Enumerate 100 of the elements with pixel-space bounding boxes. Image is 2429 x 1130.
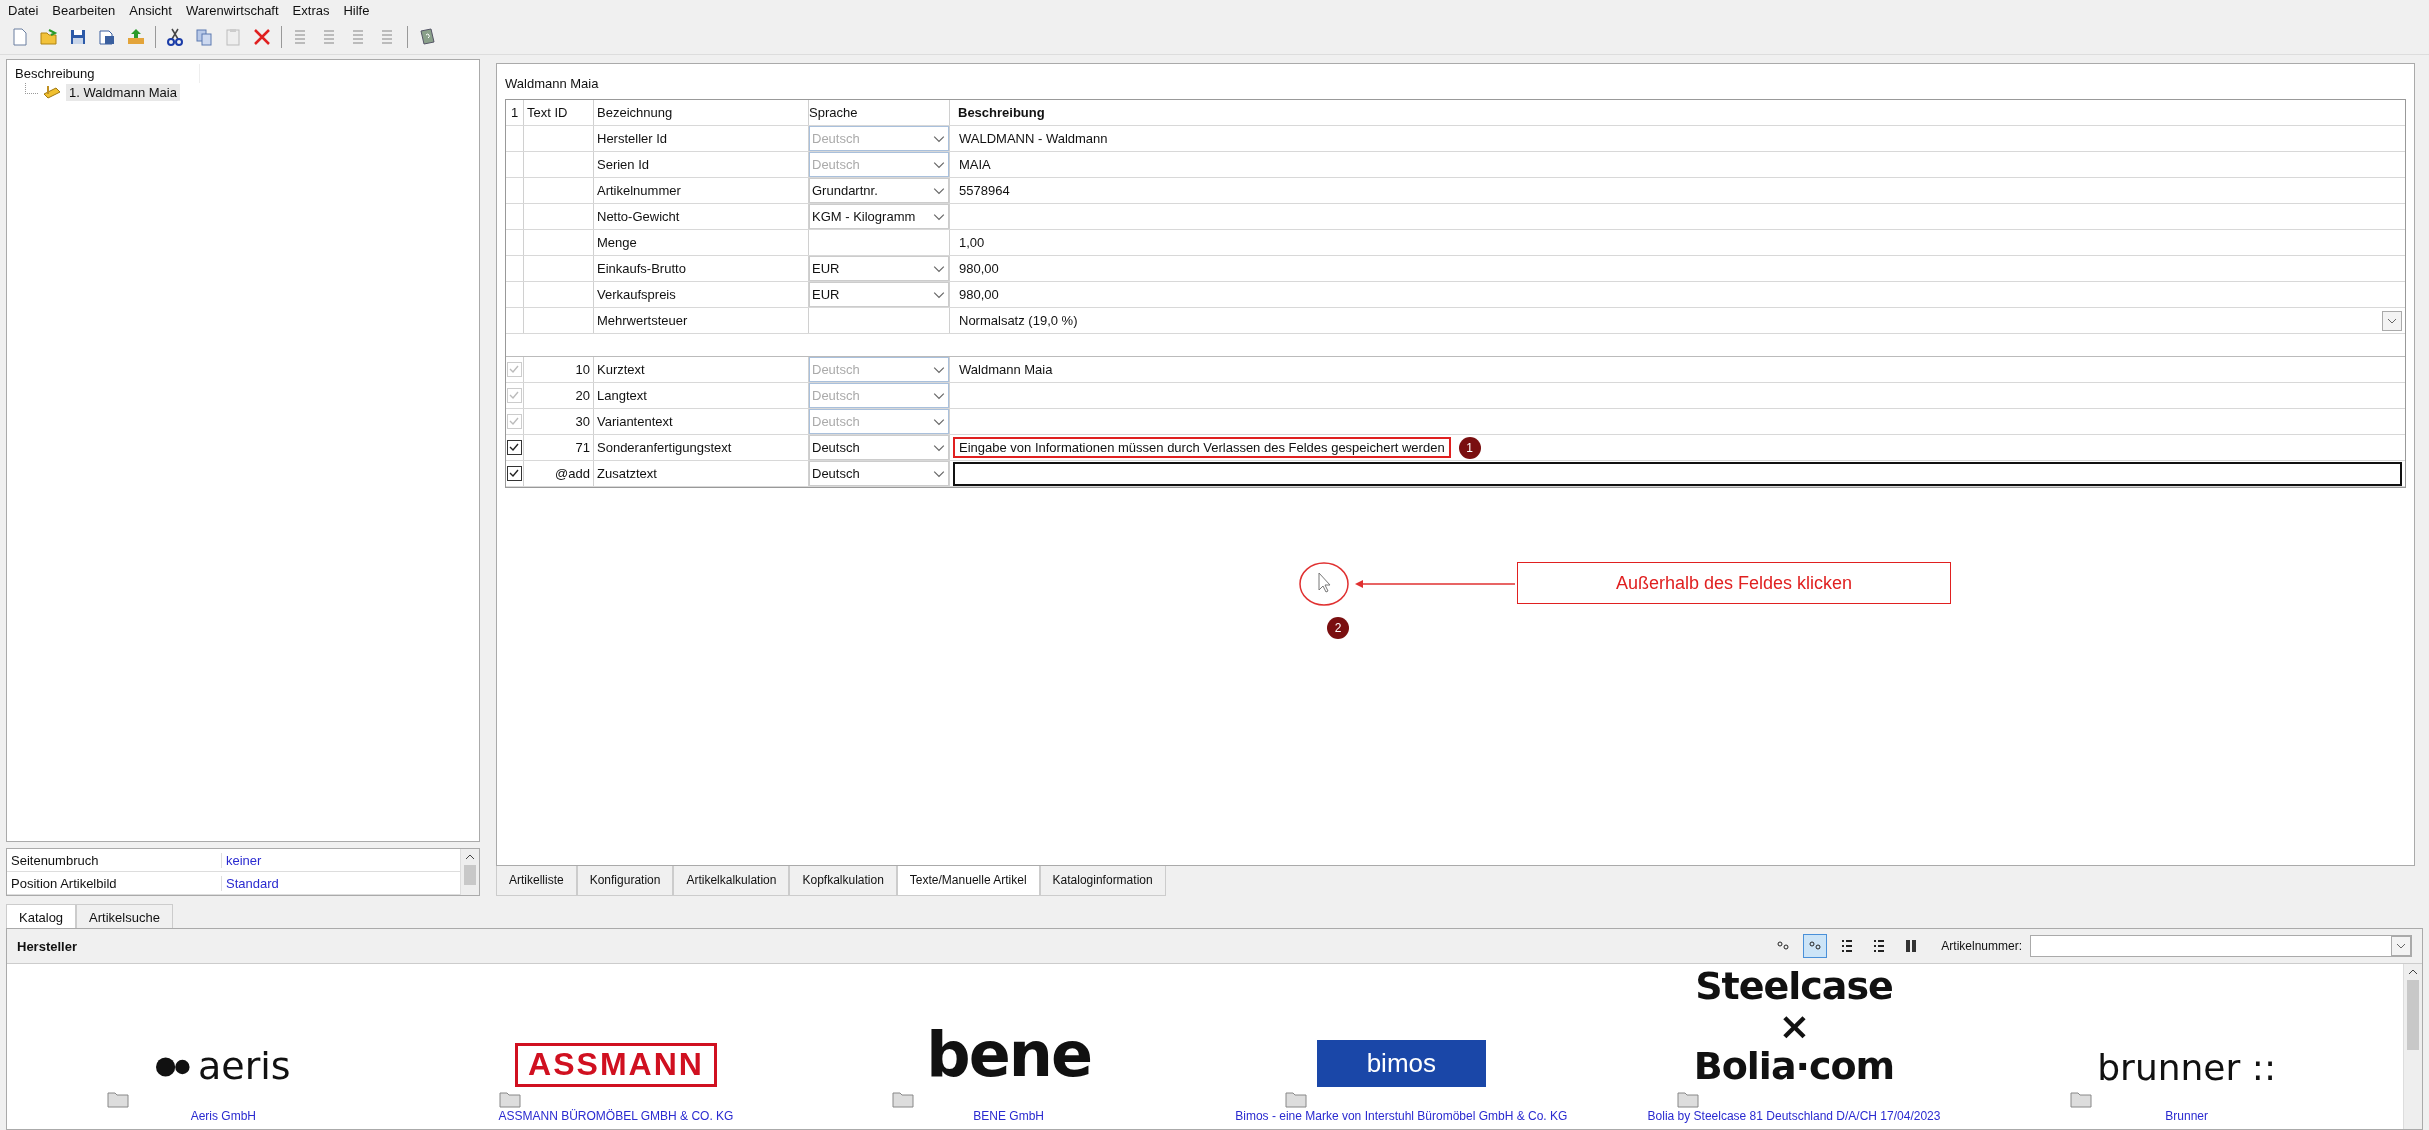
- upload-icon[interactable]: [126, 27, 146, 47]
- label-cell: Serien Id: [594, 152, 809, 177]
- manufacturer-logo: Steelcase × Bolia·com: [1693, 967, 1895, 1087]
- tab[interactable]: Artikelkalkulation: [673, 866, 790, 896]
- folder-icon[interactable]: [2068, 1089, 2093, 1109]
- save-icon[interactable]: [68, 27, 88, 47]
- caret-icon: [2387, 317, 2397, 324]
- label-cell: Artikelnummer: [594, 178, 809, 203]
- manufacturer-logo: bimos: [1316, 1039, 1486, 1087]
- column-header: 1: [506, 100, 524, 125]
- description-text: Normalsatz (19,0 %): [958, 312, 1079, 330]
- text-id-cell: @add: [524, 461, 594, 486]
- checkbox[interactable]: [507, 466, 522, 481]
- manufacturer-logo: bene: [926, 1021, 1091, 1087]
- article-number-dropdown[interactable]: [2030, 935, 2412, 957]
- column-header: Beschreibung: [957, 104, 1046, 122]
- cursor-highlight-icon: [1297, 559, 1351, 609]
- menu-item[interactable]: Extras: [292, 2, 330, 18]
- help-book-icon[interactable]: [417, 27, 437, 47]
- open-folder-icon[interactable]: [39, 27, 59, 47]
- description-text: 980,00: [958, 286, 1000, 304]
- column-header: Bezeichnung: [594, 100, 809, 125]
- manufacturer-logo: ASSMANN: [515, 1043, 717, 1087]
- menu-item[interactable]: Bearbeiten: [52, 2, 116, 18]
- tab[interactable]: Artikelliste: [496, 866, 577, 896]
- cut-icon[interactable]: [165, 27, 185, 47]
- tree-header: Beschreibung: [11, 64, 200, 83]
- description-text: Waldmann Maia: [958, 361, 1054, 379]
- editor-title: Waldmann Maia: [505, 76, 600, 91]
- label-cell: Hersteller Id: [594, 126, 809, 151]
- folder-icon[interactable]: [105, 1089, 130, 1109]
- text-id-cell: 30: [524, 409, 594, 434]
- manufacturer-link[interactable]: BENE GmbH: [973, 1109, 1044, 1123]
- panel-title: Hersteller: [17, 938, 77, 954]
- label-cell: Netto-Gewicht: [594, 204, 809, 229]
- tab[interactable]: Kataloginformation: [1039, 866, 1166, 896]
- save-as-icon[interactable]: [97, 27, 117, 47]
- callout-box: Außerhalb des Feldes klicken: [1517, 562, 1951, 604]
- manufacturer-link[interactable]: Aeris GmbH: [190, 1109, 256, 1123]
- description-text: 5578964: [958, 182, 1011, 200]
- folder-icon[interactable]: [1676, 1089, 1701, 1109]
- menu-item[interactable]: Datei: [8, 2, 39, 18]
- checkbox[interactable]: [507, 440, 522, 455]
- dropdown-button[interactable]: [2382, 310, 2402, 331]
- description-text: 1,00: [958, 234, 986, 252]
- tab[interactable]: Konfiguration: [576, 866, 674, 896]
- tree-item[interactable]: 1. Waldmann Maia: [66, 83, 180, 101]
- folder-icon[interactable]: [1283, 1089, 1308, 1109]
- property-label: Seitenumbruch: [7, 852, 222, 868]
- label-cell: Sonderanfertigungstext: [594, 435, 809, 460]
- folder-icon[interactable]: [890, 1089, 915, 1109]
- text-id-cell: 71: [524, 435, 594, 460]
- tab[interactable]: Katalog: [6, 904, 77, 928]
- label-cell: Kurztext: [594, 357, 809, 382]
- tab[interactable]: Kopfkalkulation: [789, 866, 897, 896]
- manufacturer-link[interactable]: Bimos - eine Marke von Interstuhl Büromöbel GmbH & Co. KG: [1235, 1109, 1568, 1123]
- manufacturer-link[interactable]: ASSMANN BÜROMÖBEL GMBH & CO. KG: [498, 1109, 734, 1123]
- description-text: MAIA: [958, 156, 992, 174]
- step-badge: 2: [1327, 617, 1349, 639]
- manufacturer-link[interactable]: Brunner: [2165, 1109, 2208, 1123]
- property-value[interactable]: keiner: [222, 852, 262, 868]
- column-header: Text ID: [524, 100, 594, 125]
- scrollbar[interactable]: [460, 849, 479, 895]
- description-text: Eingabe von Informationen müssen durch Verlassen des Feldes gespeichert werden: [953, 437, 1451, 458]
- label-cell: Variantentext: [594, 409, 809, 434]
- delete-icon[interactable]: [252, 27, 272, 47]
- paste-icon[interactable]: [223, 27, 243, 47]
- scrollbar[interactable]: [2403, 964, 2422, 1129]
- label-cell: Zusatztext: [594, 461, 809, 486]
- language-dropdown[interactable]: Grundartnr.: [809, 178, 949, 203]
- menu-item[interactable]: Hilfe: [343, 2, 370, 18]
- label-cell: Mehrwertsteuer: [594, 308, 809, 333]
- label-cell: Verkaufspreis: [594, 282, 809, 307]
- language-dropdown[interactable]: EUR: [809, 256, 949, 281]
- search-label: Artikelnummer:: [1941, 939, 2022, 953]
- tab[interactable]: Texte/Manuelle Artikel: [896, 866, 1040, 896]
- language-dropdown[interactable]: Deutsch: [809, 435, 949, 460]
- copy-icon[interactable]: [194, 27, 214, 47]
- manufacturer-link[interactable]: Bolia by Steelcase 81 Deutschland D/A/CH 17/04/2023: [1647, 1109, 1941, 1123]
- property-value[interactable]: Standard: [222, 875, 279, 891]
- menu-item[interactable]: Warenwirtschaft: [185, 2, 279, 18]
- text-id-cell: 20: [524, 383, 594, 408]
- folder-icon[interactable]: [498, 1089, 523, 1109]
- manufacturer-logo: brunner ::: [2097, 1049, 2277, 1087]
- menu-item[interactable]: Ansicht: [129, 2, 172, 18]
- language-dropdown[interactable]: EUR: [809, 282, 949, 307]
- language-dropdown[interactable]: KGM - Kilogramm: [809, 204, 949, 229]
- description-input-field[interactable]: [953, 461, 2402, 486]
- label-cell: Einkaufs-Brutto: [594, 256, 809, 281]
- description-text: 980,00: [958, 260, 1000, 278]
- caret-icon: [2396, 943, 2406, 949]
- language-dropdown[interactable]: Deutsch: [809, 461, 949, 486]
- label-cell: Menge: [594, 230, 809, 255]
- step-badge: 1: [1458, 436, 1481, 459]
- column-header: Sprache: [809, 100, 950, 125]
- manufacturer-logo: aeris: [156, 1047, 291, 1087]
- tab[interactable]: Artikelsuche: [76, 904, 173, 928]
- new-document-icon[interactable]: [10, 27, 30, 47]
- scroll-up-icon[interactable]: [465, 854, 475, 860]
- scroll-up-icon[interactable]: [2408, 969, 2418, 975]
